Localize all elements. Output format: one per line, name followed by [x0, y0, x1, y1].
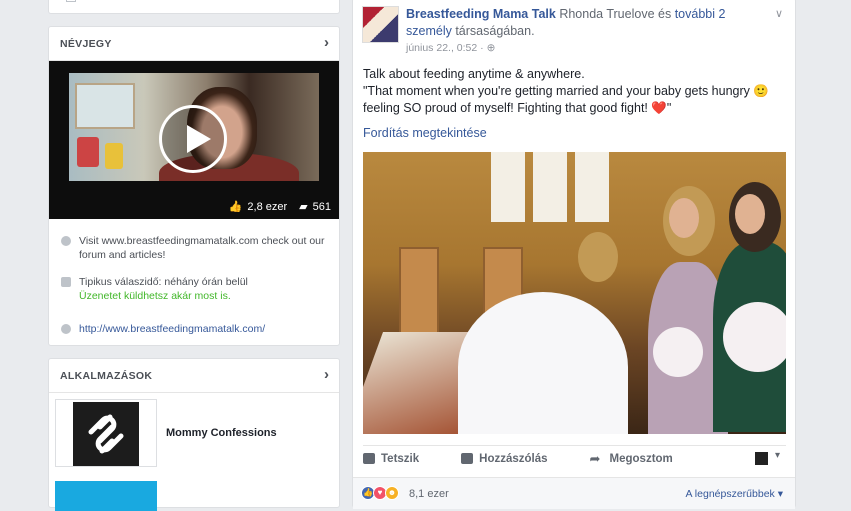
video-comments: 561: [312, 200, 331, 213]
photo-window: [575, 152, 609, 222]
post-card: Breastfeeding Mama Talk Rhonda Truelove …: [352, 0, 796, 509]
video-player[interactable]: 👍 2,8 ezer ▰ 561: [49, 61, 339, 219]
reactions-bar: 👍 ♥ ☻ 8,1 ezer A legnépszerűbbek ▾: [353, 477, 795, 509]
website-info: Visit www.breastfeedingmamatalk.com chec…: [61, 234, 326, 262]
like-icon: 👍: [228, 201, 243, 213]
page-avatar[interactable]: [362, 6, 399, 43]
haha-reaction-icon[interactable]: ☻: [385, 486, 399, 500]
share-label: Megosztom: [609, 452, 673, 465]
post-meta: június 22., 0:52 · ⊕: [406, 42, 495, 54]
reaction-count[interactable]: 8,1 ezer: [409, 488, 449, 500]
post-text: Talk about feeding anytime & anywhere. "…: [363, 66, 788, 117]
with-suffix: társaságában.: [455, 24, 535, 38]
comment-button[interactable]: Hozzászólás: [461, 452, 548, 465]
chat-icon: [61, 277, 71, 287]
response-info: Tipikus válaszidő: néhány órán belül Üze…: [61, 275, 326, 303]
photo-bride-hair: [578, 232, 618, 282]
globe-icon: ⊕: [486, 42, 496, 54]
app-thumbnail: [55, 399, 157, 467]
like-icon: [363, 453, 375, 464]
video-toy: [77, 137, 99, 167]
photo-bride: [458, 292, 628, 434]
apps-header[interactable]: ALKALMAZÁSOK ›: [49, 359, 339, 393]
post-photo[interactable]: [363, 152, 786, 434]
share-icon: ➦: [589, 451, 601, 466]
like-button[interactable]: Tetszik: [363, 453, 419, 465]
about-title: NÉVJEGY: [60, 38, 112, 50]
about-card: NÉVJEGY › 👍 2,8 ezer ▰ 561 Visit www.breas…: [48, 26, 340, 346]
chevron-down-icon[interactable]: ∨: [775, 7, 783, 20]
post-timestamp[interactable]: június 22., 0:52 ·: [406, 42, 487, 54]
message-now-link[interactable]: Üzenetet küldhetsz akár most is.: [79, 290, 231, 302]
post-text-line1: Talk about feeding anytime & anywhere.: [363, 67, 585, 81]
video-toy: [105, 143, 123, 169]
chevron-down-icon[interactable]: ▾: [775, 450, 780, 461]
post-header: Breastfeeding Mama Talk Rhonda Truelove …: [406, 6, 766, 40]
chevron-right-icon[interactable]: ›: [324, 367, 329, 382]
actor-avatar[interactable]: [755, 452, 768, 465]
video-likes: 2,8 ezer: [247, 200, 288, 213]
link-icon: [61, 324, 71, 334]
photo-bridesmaid-face: [669, 198, 699, 238]
photo-window: [491, 152, 525, 222]
website-url[interactable]: http://www.breastfeedingmamatalk.com/: [79, 322, 265, 336]
post-actions: Tetszik Hozzászólás ➦ Megosztom ▾: [363, 445, 786, 471]
sort-label: A legnépszerűbbek: [685, 488, 775, 500]
video-window: [75, 83, 135, 129]
translate-link[interactable]: Fordítás megtekintése: [363, 126, 487, 140]
photo-bouquet: [653, 327, 703, 377]
response-time: Tipikus válaszidő: néhány órán belül: [79, 276, 248, 288]
page-name-link[interactable]: Breastfeeding Mama Talk: [406, 7, 556, 21]
apps-card: ALKALMAZÁSOK › Mommy Confessions: [48, 358, 340, 511]
app-item[interactable]: Mommy Confessions: [55, 399, 335, 467]
checkbox-stub: [66, 0, 76, 2]
comment-icon: ▰: [299, 201, 308, 213]
photo-window: [533, 152, 567, 222]
url-info: http://www.breastfeedingmamatalk.com/: [61, 322, 326, 336]
share-button[interactable]: ➦ Megosztom: [589, 451, 673, 466]
comment-icon: [461, 453, 474, 464]
app-thumbnail-2[interactable]: [55, 481, 157, 511]
video-stats: 👍 2,8 ezer ▰ 561: [228, 200, 331, 214]
apps-title: ALKALMAZÁSOK: [60, 370, 153, 382]
play-icon[interactable]: [159, 105, 227, 173]
comment-label: Hozzászólás: [479, 452, 548, 465]
post-text-line2: "That moment when you're getting married…: [363, 84, 769, 115]
globe-icon: [61, 236, 71, 246]
squarespace-logo-icon: [73, 402, 139, 466]
photo-bridesmaid-face: [735, 194, 765, 234]
about-header[interactable]: NÉVJEGY ›: [49, 27, 339, 61]
comment-sort-dropdown[interactable]: A legnépszerűbbek ▾: [685, 488, 783, 500]
photo-bouquet: [723, 302, 786, 372]
like-label: Tetszik: [381, 452, 420, 465]
app-name[interactable]: Mommy Confessions: [166, 427, 277, 439]
previous-card: [48, 0, 340, 14]
website-text: Visit www.breastfeedingmamatalk.com chec…: [79, 235, 325, 261]
chevron-right-icon[interactable]: ›: [324, 35, 329, 50]
with-text: Rhonda Truelove és: [559, 7, 672, 21]
